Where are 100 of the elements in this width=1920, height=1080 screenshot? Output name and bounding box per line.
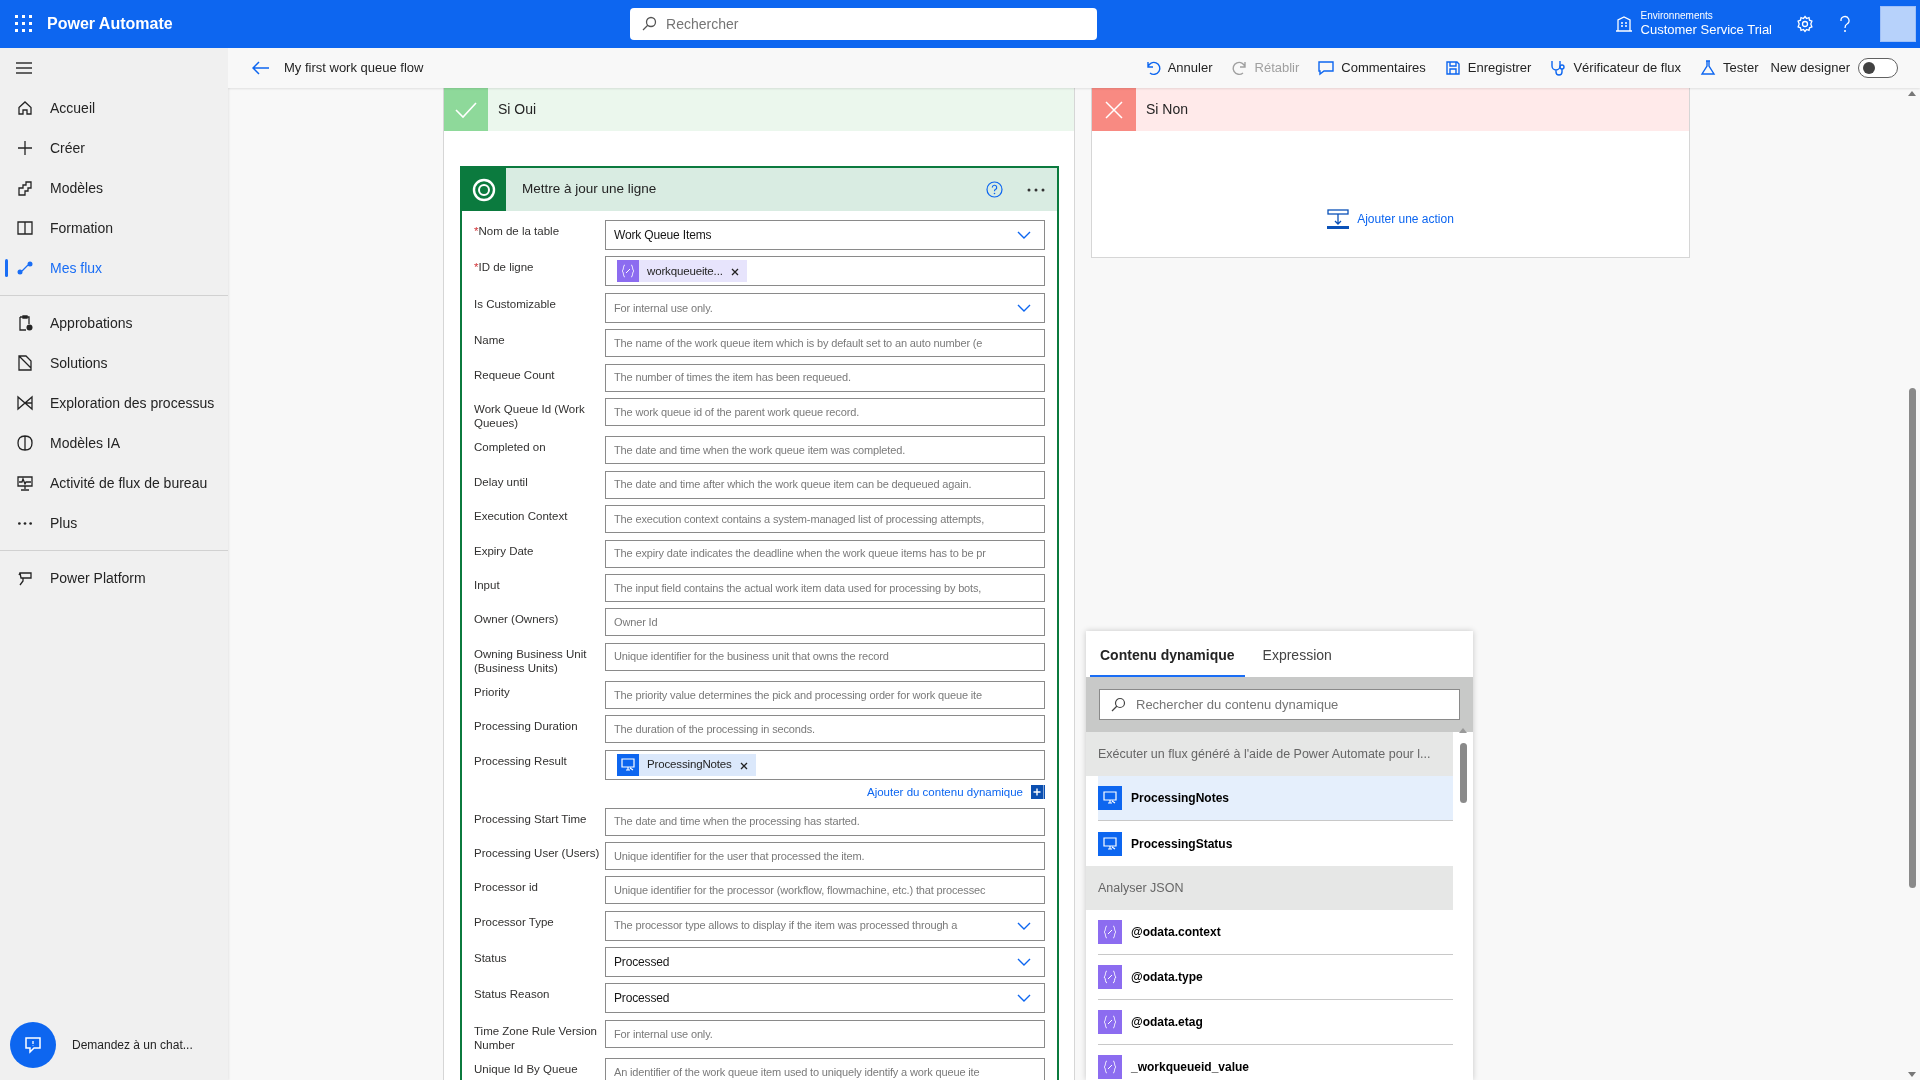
field-label: Completed on [474,440,547,455]
field-label: Expiry Date [474,543,535,558]
input-field[interactable]: The number of times the item has been requeued. [605,363,1045,392]
input-field[interactable]: The input field contains the actual work item data used for processing by bots, [605,573,1045,602]
back-arrow-icon [252,61,270,75]
app-title: Power Automate [47,14,173,34]
sidebar-item[interactable]: Accueil [0,88,228,128]
sidebar-item[interactable]: Approbations [0,303,228,343]
chevron-down-icon [1017,303,1031,312]
input-field[interactable]: The name of the work queue item which is by default set to an auto number (e [605,329,1045,358]
field-label: Requeue Count [474,367,556,382]
sidebar-item[interactable]: Formation [0,208,228,248]
input-field[interactable]: Unique identifier for the business unit that owns the record [605,642,1045,671]
token-label: ProcessingNotes [647,757,732,773]
chevron-down-icon [1017,921,1031,930]
toggle-label: New designer [1770,59,1850,78]
save-icon [1443,59,1462,77]
toggle-switch[interactable] [1858,58,1898,78]
sidebar-item[interactable]: Mes flux [0,248,228,288]
input-field[interactable]: Owner Id [605,608,1045,637]
field-label: *Nom de la table [474,224,561,238]
input-field[interactable]: Unique identifier for the user that processed the item. [605,841,1045,870]
toolbar-button[interactable]: Enregistrer [1437,58,1538,78]
book-icon [16,219,34,237]
field-label: Processor Type [474,914,555,929]
toolbar-button[interactable]: Commentaires [1311,58,1432,78]
building-icon [1614,15,1633,33]
search-field[interactable]: Rechercher du contenu dynamique [1099,689,1460,720]
check-icon [455,100,477,119]
environment-name[interactable]: Customer Service Trial [1640,22,1772,38]
chat-prompt[interactable]: Demandez à un chat... [72,1036,193,1054]
toolbar-button[interactable]: Vérificateur de flux [1543,58,1688,78]
field-label: Is Customizable [474,296,557,311]
close-icon [730,268,739,277]
sidebar-item[interactable]: Modèles [0,168,228,208]
dropdown-field[interactable]: Processed [605,947,1045,978]
monitor-icon [16,474,34,492]
field-label: Processor id [474,880,539,895]
sidebar-item[interactable]: Power Platform [0,558,228,598]
field-label: Status Reason [474,987,551,1002]
group-header: Analyser JSON [1086,866,1453,910]
search-field[interactable]: Rechercher [630,8,1098,40]
close-icon [739,761,748,770]
input-field[interactable]: ProcessingNotes [605,749,1045,780]
tab[interactable]: Expression [1252,633,1342,677]
sidebar-item[interactable]: Plus [0,503,228,543]
dropdown-field[interactable]: For internal use only. [605,292,1045,323]
input-field[interactable]: workqueueite... [605,256,1045,287]
flow-icon [16,259,34,277]
chat-button[interactable] [10,1022,56,1068]
braces-icon [621,264,635,279]
sidebar-item[interactable]: Modèles IA [0,423,228,463]
chevron-down-icon [1017,231,1031,239]
sidebar-item[interactable]: Solutions [0,343,228,383]
environment-label: Environnements [1640,10,1714,22]
dropdown-field[interactable]: Processed [605,983,1045,1014]
dropdown-field[interactable]: The processor type allows to display if the item was processed through a [605,910,1045,941]
add-step-icon [1327,209,1350,229]
close-icon [1105,100,1123,119]
group-header: Exécuter un flux généré à l'aide de Power Automate pour l... [1086,732,1453,776]
stethoscope-icon [1549,59,1568,77]
sidebar-item[interactable]: Activité de flux de bureau [0,463,228,503]
chevron-down-icon [1017,958,1031,967]
chevron-down-icon [1017,994,1031,1003]
add-action-link[interactable]: Ajouter une action [1357,210,1454,228]
input-field[interactable]: The date and time when the processing has started. [605,807,1045,836]
token-chip[interactable]: ProcessingNotes [617,753,756,776]
puzzle-icon [16,179,34,197]
input-field[interactable]: The date and time when the work queue item was completed. [605,436,1045,465]
field-label: Execution Context [474,509,569,524]
input-field[interactable]: The expiry date indicates the deadline when the work queue items has to be pr [605,539,1045,568]
sidebar-item[interactable]: Créer [0,128,228,168]
token-chip[interactable]: workqueueite... [617,260,747,283]
add-dynamic-content-link[interactable]: Ajouter du contenu dynamique [867,783,1023,802]
field-label: Time Zone Rule Version Number [474,1023,598,1052]
input-field[interactable]: The duration of the processing in seconds. [605,715,1045,744]
input-field[interactable]: Unique identifier for the processor (workflow, flowmachine, etc.) that processec [605,876,1045,905]
field-label: Input [474,577,501,592]
field-label: Owner (Owners) [474,612,560,627]
field-label: Work Queue Id (Work Queues) [474,401,586,430]
input-field[interactable]: The work queue id of the parent work queue record. [605,397,1045,426]
app-launcher-icon [13,13,35,35]
menu-icon [16,61,32,75]
input-field[interactable]: For internal use only. [605,1019,1045,1048]
toolbar-button[interactable]: Annuler [1137,58,1219,78]
document-icon [16,354,34,372]
input-field[interactable]: An identifier of the work queue item used to uniquely identify a work queue ite [605,1058,1045,1080]
braces-icon [1103,925,1117,939]
more-icon [18,521,32,525]
input-field[interactable]: The date and time after which the work queue item can be dequeued again. [605,470,1045,499]
input-field[interactable]: The priority value determines the pick and processing order for work queue ite [605,681,1045,710]
sidebar-item[interactable]: Exploration des processus [0,383,228,423]
field-label: Delay until [474,474,529,489]
dropdown-field[interactable]: Work Queue Items [605,220,1045,250]
plus-icon [16,139,34,157]
more-button[interactable] [1027,187,1045,192]
toolbar-button[interactable]: Tester [1693,58,1765,78]
token-label: workqueueite... [647,263,723,279]
input-field[interactable]: The execution context contains a system-managed list of processing attempts, [605,505,1045,534]
dynamic-content-item[interactable]: ProcessingNotes [1098,776,1453,821]
